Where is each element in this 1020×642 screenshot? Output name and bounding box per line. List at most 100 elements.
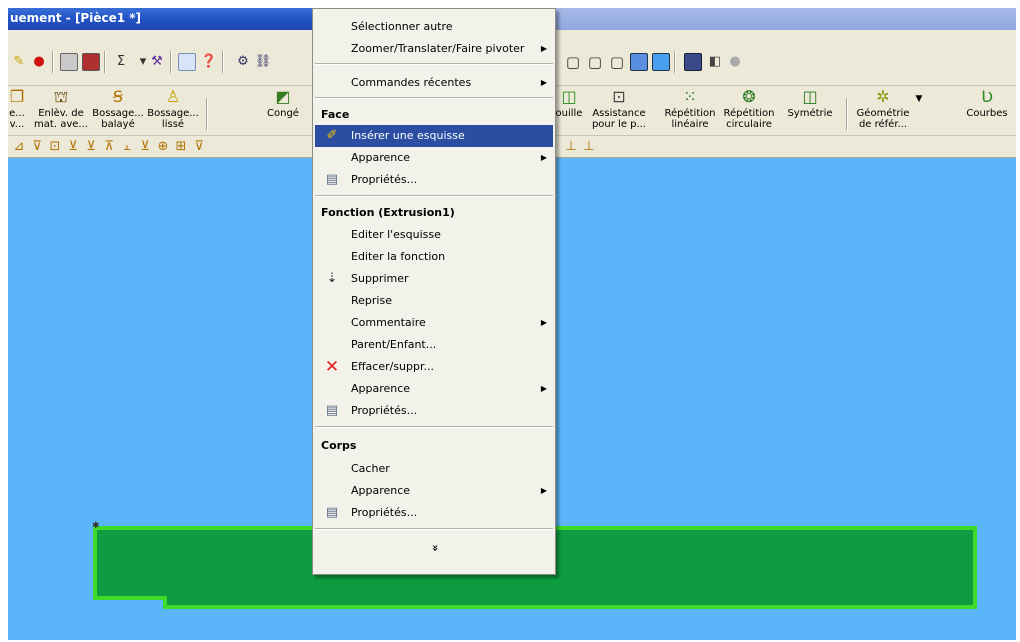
view-hidden-lines-icon[interactable]: ▢ <box>586 53 604 71</box>
view-shaded-icon[interactable] <box>652 53 670 71</box>
view-hidden-removed-icon[interactable]: ▢ <box>608 53 626 71</box>
sketch-tool-icon[interactable]: ⊽ <box>28 138 46 156</box>
cut-icon: ⛫ <box>53 87 69 106</box>
traffic-light-icon[interactable]: ● <box>30 53 48 71</box>
hole-wizard-icon: ⊡ <box>612 87 626 106</box>
curves-icon: Ʋ <box>981 87 993 106</box>
sketch-tool-icon[interactable]: ⊽ <box>190 138 208 156</box>
reference-geometry-icon: ✲ <box>876 87 890 106</box>
sketch-tool-icon[interactable]: ⊿ <box>10 138 28 156</box>
menu-item-zoom-pan-rotate[interactable]: Zoomer/Translater/Faire pivoter ▶ <box>315 38 553 60</box>
submenu-arrow-icon: ▶ <box>540 78 547 87</box>
section-view-icon[interactable]: ◧ <box>706 53 724 71</box>
menu-item-recent-commands[interactable]: Commandes récentes ▶ <box>315 72 553 94</box>
properties-icon: ▤ <box>325 505 339 520</box>
menu-item-body-appearance[interactable]: Apparence ▶ <box>315 480 553 502</box>
menu-item-insert-sketch[interactable]: ✐ Insérer une esquisse <box>315 125 553 147</box>
shadow-icon[interactable] <box>684 53 702 71</box>
mirror-icon: ◫ <box>802 87 818 106</box>
help-icon[interactable]: ❓ <box>200 53 218 71</box>
toolbar-separator <box>104 51 106 73</box>
menu-item-face-appearance[interactable]: Apparence ▶ <box>315 147 553 169</box>
gear-train-icon[interactable]: ⚙ <box>234 53 252 71</box>
menu-item-comment[interactable]: Commentaire ▶ <box>315 312 553 334</box>
feature-mirror[interactable]: ◫ Symétrie <box>784 86 836 136</box>
sketch-tool-icon[interactable]: ⊞ <box>172 138 190 156</box>
feature-sweep[interactable]: Ꞩ Bossage... balayé <box>92 86 144 136</box>
feature-boss[interactable]: ❐ e... v... <box>8 86 32 136</box>
tools-icon[interactable]: ⚒ <box>148 53 166 71</box>
feature-loft[interactable]: ♙ Bossage... lissé <box>146 86 200 136</box>
list-icon[interactable] <box>178 53 196 71</box>
view-shaded-edges-icon[interactable] <box>630 53 648 71</box>
menu-item-delete[interactable]: ✕ Effacer/suppr... <box>315 356 553 378</box>
feature-circular-pattern[interactable]: ❂ Répétition circulaire <box>720 86 778 136</box>
shell-icon: ◫ <box>561 87 577 106</box>
sketch-tool-icon[interactable]: ⊥ <box>562 138 580 156</box>
menu-item-feature-properties[interactable]: ▤ Propriétés... <box>315 400 553 422</box>
expand-menu-button[interactable]: » <box>424 537 446 559</box>
rebuild-icon[interactable]: ✎ <box>10 53 28 71</box>
menu-item-hide[interactable]: Cacher <box>315 458 553 480</box>
sketch-tool-icon[interactable]: ⊼ <box>100 138 118 156</box>
feature-cut-extrude[interactable]: ⛫ Enlèv. de mat. ave... <box>32 86 90 136</box>
chevron-down-icon[interactable]: ▼ <box>910 90 928 108</box>
submenu-arrow-icon: ▶ <box>540 318 547 327</box>
sketch-tool-icon[interactable]: ⊕ <box>154 138 172 156</box>
submenu-arrow-icon: ▶ <box>540 384 547 393</box>
submenu-arrow-icon: ▶ <box>540 486 547 495</box>
sketch-tool-icon[interactable]: ⊻ <box>64 138 82 156</box>
menu-item-suppress[interactable]: ⇣ Supprimer <box>315 268 553 290</box>
feature-shell[interactable]: ◫ ouille <box>552 86 586 136</box>
toolbar-separator <box>674 51 676 73</box>
menu-item-body-properties[interactable]: ▤ Propriétés... <box>315 502 553 524</box>
menu-header-face: Face <box>321 108 350 121</box>
menu-separator <box>315 63 553 65</box>
submenu-arrow-icon: ▶ <box>540 44 547 53</box>
sketch-icon: ✐ <box>326 128 338 143</box>
view-wireframe-icon[interactable]: ▢ <box>564 53 582 71</box>
link-icon[interactable]: ⛓ <box>254 53 272 71</box>
options-icon[interactable] <box>82 53 100 71</box>
menu-item-edit-sketch[interactable]: Editer l'esquisse <box>315 224 553 246</box>
sketch-tool-icon[interactable]: ⊻ <box>82 138 100 156</box>
feature-reference-geometry[interactable]: ✲ Géométrie de référ... <box>852 86 914 136</box>
menu-separator <box>315 97 553 99</box>
menu-item-feature-appearance[interactable]: Apparence ▶ <box>315 378 553 400</box>
realview-icon[interactable]: ● <box>726 53 744 71</box>
suppress-icon: ⇣ <box>326 271 338 286</box>
feature-linear-pattern[interactable]: ⁙ Répétition linéaire <box>664 86 716 136</box>
grid-icon[interactable] <box>60 53 78 71</box>
menu-item-parent-child[interactable]: Parent/Enfant... <box>315 334 553 356</box>
menu-separator <box>315 528 553 530</box>
menu-item-select-other[interactable]: Sélectionner autre <box>315 16 553 38</box>
menu-separator <box>315 426 553 428</box>
toolbar-separator <box>52 51 54 73</box>
window-title: uement - [Pièce1 *] <box>10 11 142 25</box>
sum-icon[interactable]: Σ <box>112 53 130 71</box>
sweep-icon: Ꞩ <box>112 87 124 106</box>
sketch-tool-icon[interactable]: ⊻ <box>136 138 154 156</box>
properties-icon: ▤ <box>325 172 339 187</box>
menu-item-rollback[interactable]: Reprise <box>315 290 553 312</box>
sketch-tool-icon[interactable]: ⫠ <box>118 138 136 156</box>
title-bar-inactive <box>548 8 1016 30</box>
menu-header-body: Corps <box>321 439 357 452</box>
toolbar-separator <box>222 51 224 73</box>
submenu-arrow-icon: ▶ <box>540 153 547 162</box>
properties-icon: ▤ <box>325 403 339 418</box>
feature-fillet[interactable]: ◩ Congé <box>258 86 308 136</box>
toolbar-separator <box>846 98 848 130</box>
feature-hole-wizard[interactable]: ⊡ Assistance pour le p... <box>590 86 648 136</box>
solidworks-window: uement - [Pièce1 *] ✎ ● Σ ▾ ⚒ ❓ ⚙ ⛓ ▢ ▢ … <box>8 8 1016 640</box>
menu-item-edit-feature[interactable]: Editer la fonction <box>315 246 553 268</box>
feature-curves[interactable]: Ʋ Courbes <box>964 86 1010 136</box>
loft-icon: ♙ <box>165 87 181 106</box>
sketch-tool-icon[interactable]: ⊥ <box>580 138 598 156</box>
menu-item-face-properties[interactable]: ▤ Propriétés... <box>315 169 553 191</box>
sketch-tool-icon[interactable]: ⊡ <box>46 138 64 156</box>
delete-icon: ✕ <box>324 357 340 377</box>
linear-pattern-icon: ⁙ <box>683 87 697 106</box>
toolbar-separator <box>206 98 208 130</box>
origin-marker-icon: ✱ <box>92 521 100 531</box>
